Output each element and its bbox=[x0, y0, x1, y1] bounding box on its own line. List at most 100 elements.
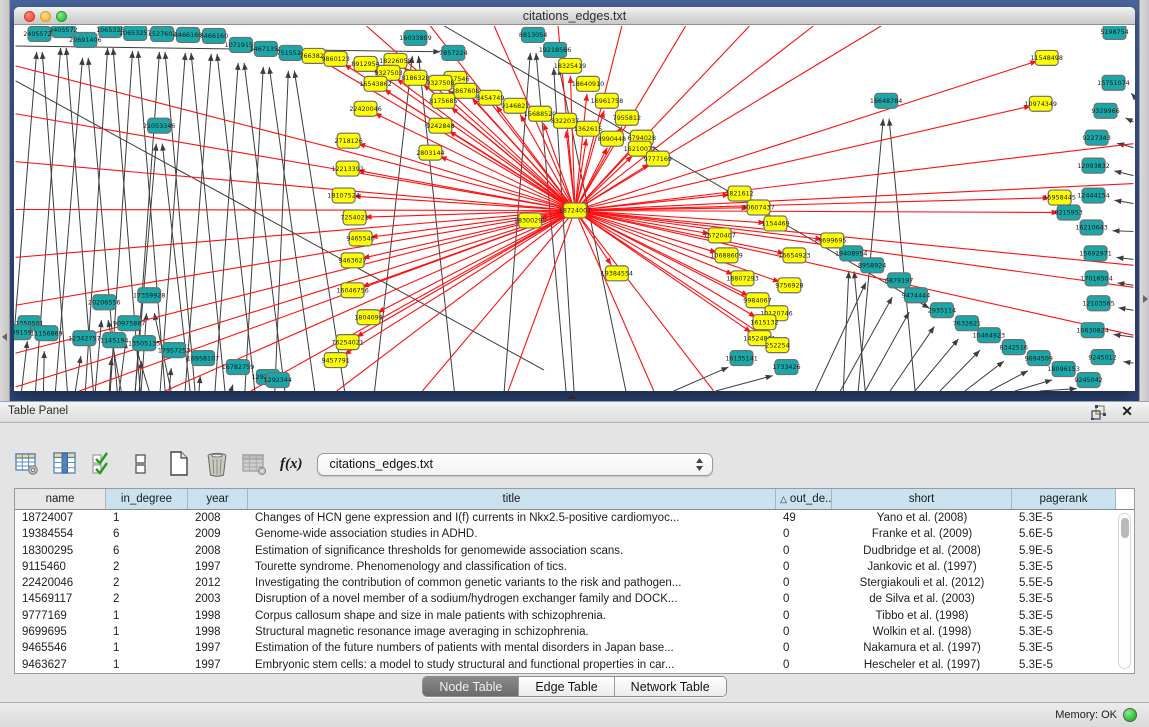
graph-node[interactable]: 1804099 bbox=[354, 310, 382, 325]
graph-node[interactable]: 7632621 bbox=[953, 316, 981, 331]
graph-node[interactable]: 9860123 bbox=[321, 51, 349, 66]
table-cell[interactable]: 6 bbox=[106, 526, 188, 542]
memory-status-indicator[interactable] bbox=[1123, 708, 1137, 722]
table-cell[interactable]: 0 bbox=[776, 575, 832, 591]
graph-node[interactable]: 7857224 bbox=[439, 45, 467, 60]
column-header-pagerank[interactable]: pagerank bbox=[1012, 489, 1116, 509]
graph-node[interactable]: 18325419 bbox=[554, 58, 586, 73]
graph-node[interactable]: 21053346 bbox=[143, 118, 175, 133]
graph-node[interactable]: 90975887 bbox=[113, 316, 145, 331]
table-cell[interactable]: Genome-wide association studies in ADHD. bbox=[248, 526, 776, 542]
graph-node[interactable]: 7254021 bbox=[340, 210, 368, 225]
table-cell[interactable]: 1997 bbox=[188, 559, 248, 575]
table-cell[interactable]: 5.5E-5 bbox=[1012, 575, 1116, 591]
table-cell[interactable]: 9777169 bbox=[15, 608, 106, 624]
table-cell[interactable]: 18300295 bbox=[15, 543, 106, 559]
graph-node[interactable]: 1145194 bbox=[100, 333, 128, 348]
graph-node[interactable]: 12342757 bbox=[68, 331, 100, 346]
table-cell[interactable]: 22420046 bbox=[15, 575, 106, 591]
table-cell[interactable]: 2 bbox=[106, 575, 188, 591]
graph-node[interactable]: 17957253 bbox=[158, 343, 190, 358]
network-canvas[interactable]: 2405572424055722069140610653251065325715… bbox=[14, 26, 1135, 391]
graph-node[interactable]: 10630824 bbox=[1076, 323, 1108, 338]
table-cell[interactable]: 1 bbox=[106, 608, 188, 624]
column-header-title[interactable]: title bbox=[248, 489, 776, 509]
table-cell[interactable]: 1998 bbox=[188, 624, 248, 640]
graph-node[interactable]: 11156869 bbox=[30, 326, 62, 341]
graph-node[interactable]: 1821612 bbox=[725, 186, 753, 201]
graph-node[interactable]: 9245012 bbox=[1088, 350, 1116, 365]
table-scrollbar[interactable] bbox=[1118, 513, 1131, 669]
float-panel-icon[interactable] bbox=[1091, 405, 1107, 420]
table-cell[interactable]: 5.3E-5 bbox=[1012, 657, 1116, 673]
graph-node[interactable]: 10607437 bbox=[742, 200, 774, 215]
table-row[interactable]: 1456911722003Disruption of a novel membe… bbox=[15, 591, 1134, 607]
graph-node[interactable]: 76254021 bbox=[331, 335, 363, 350]
graph-node[interactable]: 6879197 bbox=[885, 273, 913, 288]
collapse-right-arrow-icon[interactable] bbox=[1143, 295, 1148, 303]
table-cell[interactable]: 0 bbox=[776, 608, 832, 624]
graph-node[interactable]: 15751074 bbox=[1097, 75, 1129, 90]
table-row[interactable]: 1938455462009Genome-wide association stu… bbox=[15, 526, 1134, 542]
panel-splitter-handle-icon[interactable] bbox=[567, 394, 577, 399]
graph-node[interactable]: 13505135 bbox=[128, 336, 160, 351]
graph-node[interactable]: 18096153 bbox=[1047, 362, 1079, 377]
table-row[interactable]: 1830029562008Estimation of significance … bbox=[15, 543, 1134, 559]
table-cell[interactable]: Corpus callosum shape and size in male p… bbox=[248, 608, 776, 624]
graph-node[interactable]: 19218586 bbox=[539, 42, 571, 57]
table-scrollbar-thumb[interactable] bbox=[1121, 518, 1129, 538]
graph-node[interactable]: 15720407 bbox=[703, 228, 735, 243]
graph-node[interactable]: 16961758 bbox=[591, 93, 623, 108]
graph-node[interactable]: 10464923 bbox=[973, 328, 1005, 343]
left-panel-splitter[interactable] bbox=[0, 0, 10, 401]
graph-node[interactable]: 22420046 bbox=[349, 101, 381, 116]
graph-node[interactable]: 10653257 bbox=[119, 26, 151, 40]
graph-node[interactable]: 2718126 bbox=[334, 133, 362, 148]
graph-node[interactable]: 17359928 bbox=[133, 288, 165, 303]
table-cell[interactable]: Estimation of significance thresholds fo… bbox=[248, 543, 776, 559]
column-header-short[interactable]: short bbox=[832, 489, 1012, 509]
graph-node[interactable]: 9465546 bbox=[346, 231, 374, 246]
unselect-rows-icon[interactable] bbox=[128, 451, 154, 477]
graph-node[interactable]: 18640910 bbox=[572, 76, 604, 91]
table-cell[interactable]: 9115460 bbox=[15, 559, 106, 575]
graph-node[interactable]: 1615132 bbox=[750, 315, 778, 330]
table-cell[interactable]: 1998 bbox=[188, 608, 248, 624]
graph-node[interactable]: 9463627 bbox=[338, 253, 366, 268]
graph-node[interactable]: 9242848 bbox=[426, 118, 454, 133]
graph-node[interactable]: 1292344 bbox=[264, 373, 292, 388]
table-cell[interactable]: 1 bbox=[106, 657, 188, 673]
table-cell[interactable]: 0 bbox=[776, 624, 832, 640]
graph-node[interactable]: 8990448 bbox=[598, 131, 626, 146]
right-panel-splitter[interactable] bbox=[1139, 0, 1149, 401]
graph-node[interactable]: 18724007 bbox=[559, 203, 591, 218]
graph-node[interactable]: 16648784 bbox=[870, 93, 902, 108]
graph-node[interactable]: 9227343 bbox=[1082, 130, 1110, 145]
table-cell[interactable]: 5.6E-5 bbox=[1012, 526, 1116, 542]
graph-node[interactable]: 17016504 bbox=[1080, 271, 1112, 286]
graph-node[interactable]: 12213392 bbox=[331, 161, 363, 176]
graph-node[interactable]: 15692971 bbox=[1079, 246, 1111, 261]
graph-node[interactable]: 9457791 bbox=[321, 353, 349, 368]
table-cell[interactable]: 0 bbox=[776, 543, 832, 559]
select-all-icon[interactable] bbox=[90, 451, 116, 477]
delete-table-icon[interactable] bbox=[204, 451, 230, 477]
table-cell[interactable]: 2009 bbox=[188, 526, 248, 542]
collapse-left-arrow-icon[interactable] bbox=[2, 333, 7, 341]
graph-node[interactable]: 20206556 bbox=[88, 295, 120, 310]
table-cell[interactable]: 1 bbox=[106, 640, 188, 656]
table-cell[interactable]: 2 bbox=[106, 591, 188, 607]
table-cell[interactable]: Franke et al. (2009) bbox=[832, 526, 1012, 542]
graph-node[interactable]: 16033809 bbox=[399, 30, 431, 45]
table-row[interactable]: 946362711997Embryonic stem cells: a mode… bbox=[15, 657, 1134, 673]
table-cell[interactable]: 1 bbox=[106, 510, 188, 526]
table-row[interactable]: 2242004622012Investigating the contribut… bbox=[15, 575, 1134, 591]
graph-node[interactable]: 939159 bbox=[14, 325, 32, 340]
graph-node[interactable]: 8699695 bbox=[818, 233, 846, 248]
table-cell[interactable]: Tourette syndrome. Phenomenology and cla… bbox=[248, 559, 776, 575]
window-titlebar[interactable]: citations_edges.txt bbox=[14, 7, 1135, 25]
table-cell[interactable]: Investigating the contribution of common… bbox=[248, 575, 776, 591]
table-cell[interactable]: 5.3E-5 bbox=[1012, 624, 1116, 640]
function-builder-icon[interactable]: f(x) bbox=[280, 456, 303, 473]
graph-node[interactable]: 16210643 bbox=[1075, 220, 1107, 235]
